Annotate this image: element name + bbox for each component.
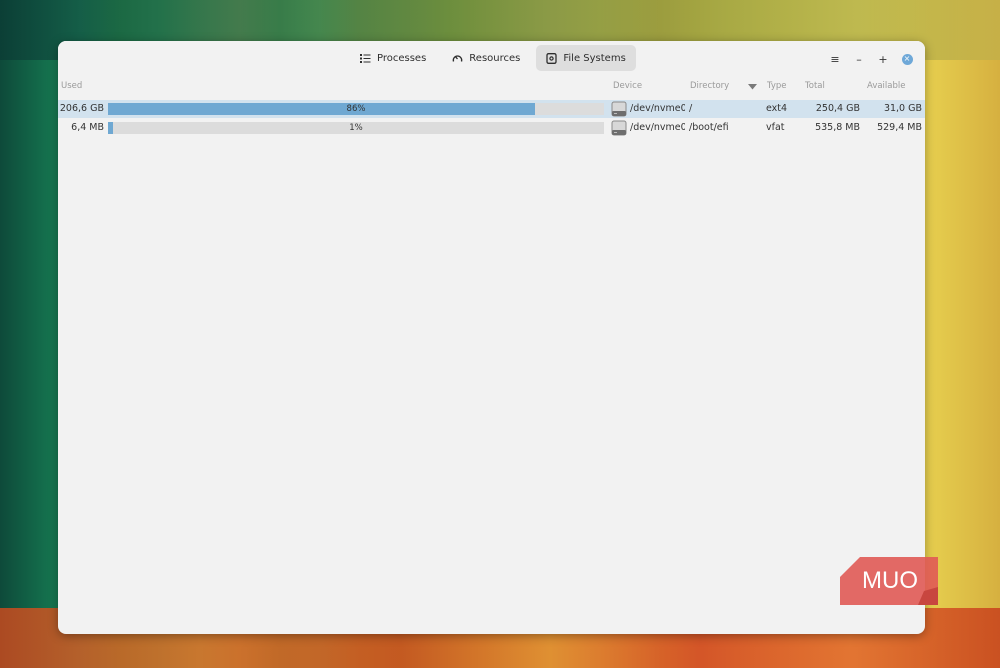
minimize-icon: – <box>856 52 862 66</box>
table-row[interactable]: 206,6 GB 86% /dev/nvme0n1p2 / ext4 250,4… <box>58 100 925 118</box>
tab-resources[interactable]: Resources <box>442 45 530 71</box>
maximize-button[interactable]: + <box>873 49 893 69</box>
available-value: 31,0 GB <box>883 103 922 114</box>
column-header-available[interactable]: Available <box>867 81 905 91</box>
total-value: 250,4 GB <box>815 103 860 114</box>
column-header-total[interactable]: Total <box>805 81 825 91</box>
directory-value: /boot/efi <box>689 122 729 133</box>
device-value: /dev/nvme0n1p2 <box>630 103 685 114</box>
menu-button[interactable]: ≡ <box>825 49 845 69</box>
usage-percent: 1% <box>349 123 363 133</box>
usage-bar: 86% <box>108 103 604 115</box>
usage-bar: 1% <box>108 122 604 134</box>
table-row[interactable]: 6,4 MB 1% /dev/nvme0n1p1 /boot/efi vfat … <box>58 119 925 137</box>
tab-processes[interactable]: Processes <box>350 45 436 71</box>
hard-drive-icon <box>611 101 627 117</box>
column-header-directory[interactable]: Directory <box>690 81 729 91</box>
column-header-type[interactable]: Type <box>767 81 787 91</box>
hamburger-icon: ≡ <box>830 52 840 66</box>
sort-descending-icon <box>748 83 757 93</box>
tab-file-systems-label: File Systems <box>563 52 626 64</box>
directory-value: / <box>689 103 693 114</box>
gauge-icon <box>452 53 463 64</box>
usage-percent: 86% <box>346 104 366 114</box>
tab-processes-label: Processes <box>377 52 427 64</box>
hard-drive-icon <box>611 120 627 136</box>
used-value: 6,4 MB <box>71 122 104 133</box>
column-header-used[interactable]: Used <box>61 81 82 91</box>
tab-resources-label: Resources <box>469 52 521 64</box>
list-icon <box>360 53 371 64</box>
type-value: vfat <box>766 122 785 133</box>
headerbar: Processes Resources File Systems ≡ – + × <box>58 41 925 79</box>
watermark-text: MUO <box>862 567 918 594</box>
system-monitor-window: Processes Resources File Systems ≡ – + ×… <box>58 41 925 634</box>
used-value: 206,6 GB <box>59 103 104 114</box>
view-switcher: Processes Resources File Systems <box>350 45 636 71</box>
type-value: ext4 <box>766 103 788 114</box>
device-value: /dev/nvme0n1p1 <box>630 122 685 133</box>
muo-watermark-logo: MUO <box>840 557 938 605</box>
available-value: 529,4 MB <box>877 122 922 133</box>
tab-file-systems[interactable]: File Systems <box>536 45 636 71</box>
close-icon: × <box>901 53 913 65</box>
column-header-device[interactable]: Device <box>613 81 642 91</box>
maximize-icon: + <box>878 52 888 66</box>
minimize-button[interactable]: – <box>849 49 869 69</box>
total-value: 535,8 MB <box>815 122 860 133</box>
close-button[interactable]: × <box>897 49 917 69</box>
drive-icon <box>546 52 558 64</box>
window-controls: ≡ – + × <box>825 49 917 69</box>
